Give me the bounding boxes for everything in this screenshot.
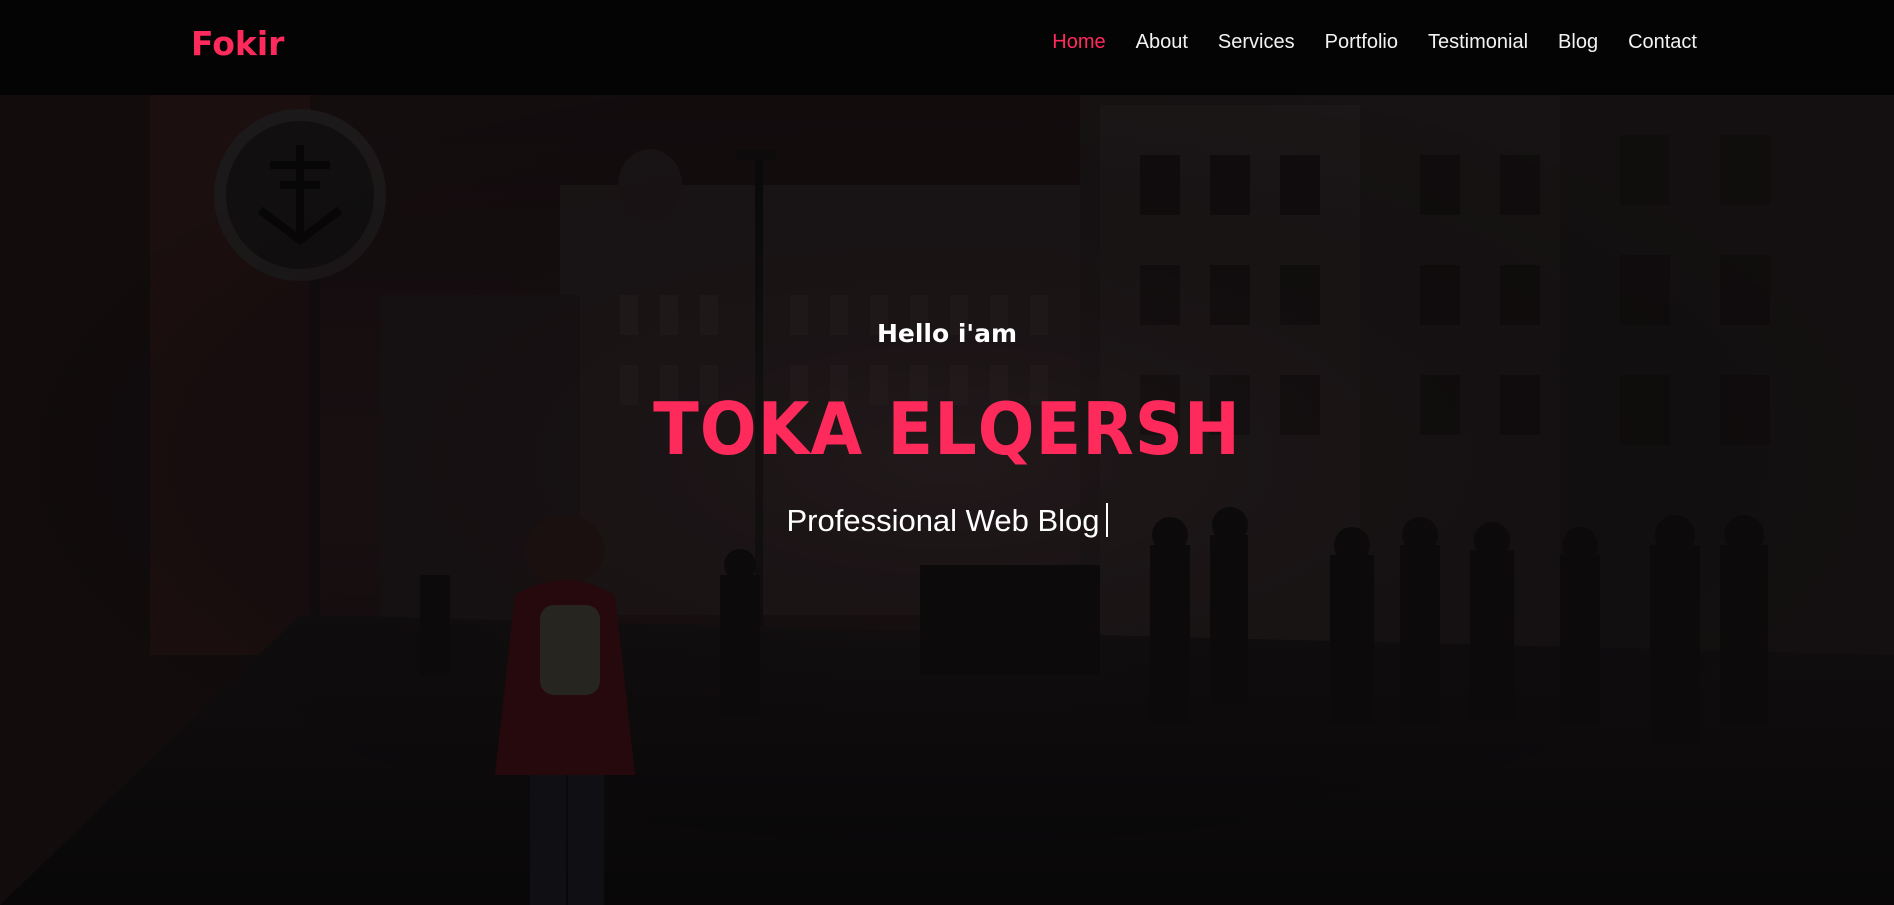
hero-content: Hello i'am TOKA ELQERSH Professional Web… [0,95,1894,905]
nav-menu: Home About Services Portfolio Testimonia… [1022,31,1697,54]
navbar: Fokir Home About Services Portfolio Test… [0,0,1894,95]
nav-link-services[interactable]: Services [1218,31,1295,54]
nav-link-testimonial[interactable]: Testimonial [1428,31,1528,54]
typing-cursor [1105,503,1108,537]
nav-link-portfolio[interactable]: Portfolio [1325,31,1398,54]
nav-link-blog[interactable]: Blog [1558,31,1598,54]
hero-section: Hello i'am TOKA ELQERSH Professional Web… [0,95,1894,905]
hero-tagline-container: Professional Web Blog [0,503,1894,539]
hero-greeting: Hello i'am [876,319,1018,348]
brand-logo[interactable]: Fokir [191,24,284,63]
nav-link-contact[interactable]: Contact [1628,31,1697,54]
hero-name: TOKA ELQERSH [653,387,1241,471]
nav-link-about[interactable]: About [1136,31,1188,54]
nav-link-home[interactable]: Home [1052,31,1105,54]
hero-tagline: Professional Web Blog [786,503,1100,538]
